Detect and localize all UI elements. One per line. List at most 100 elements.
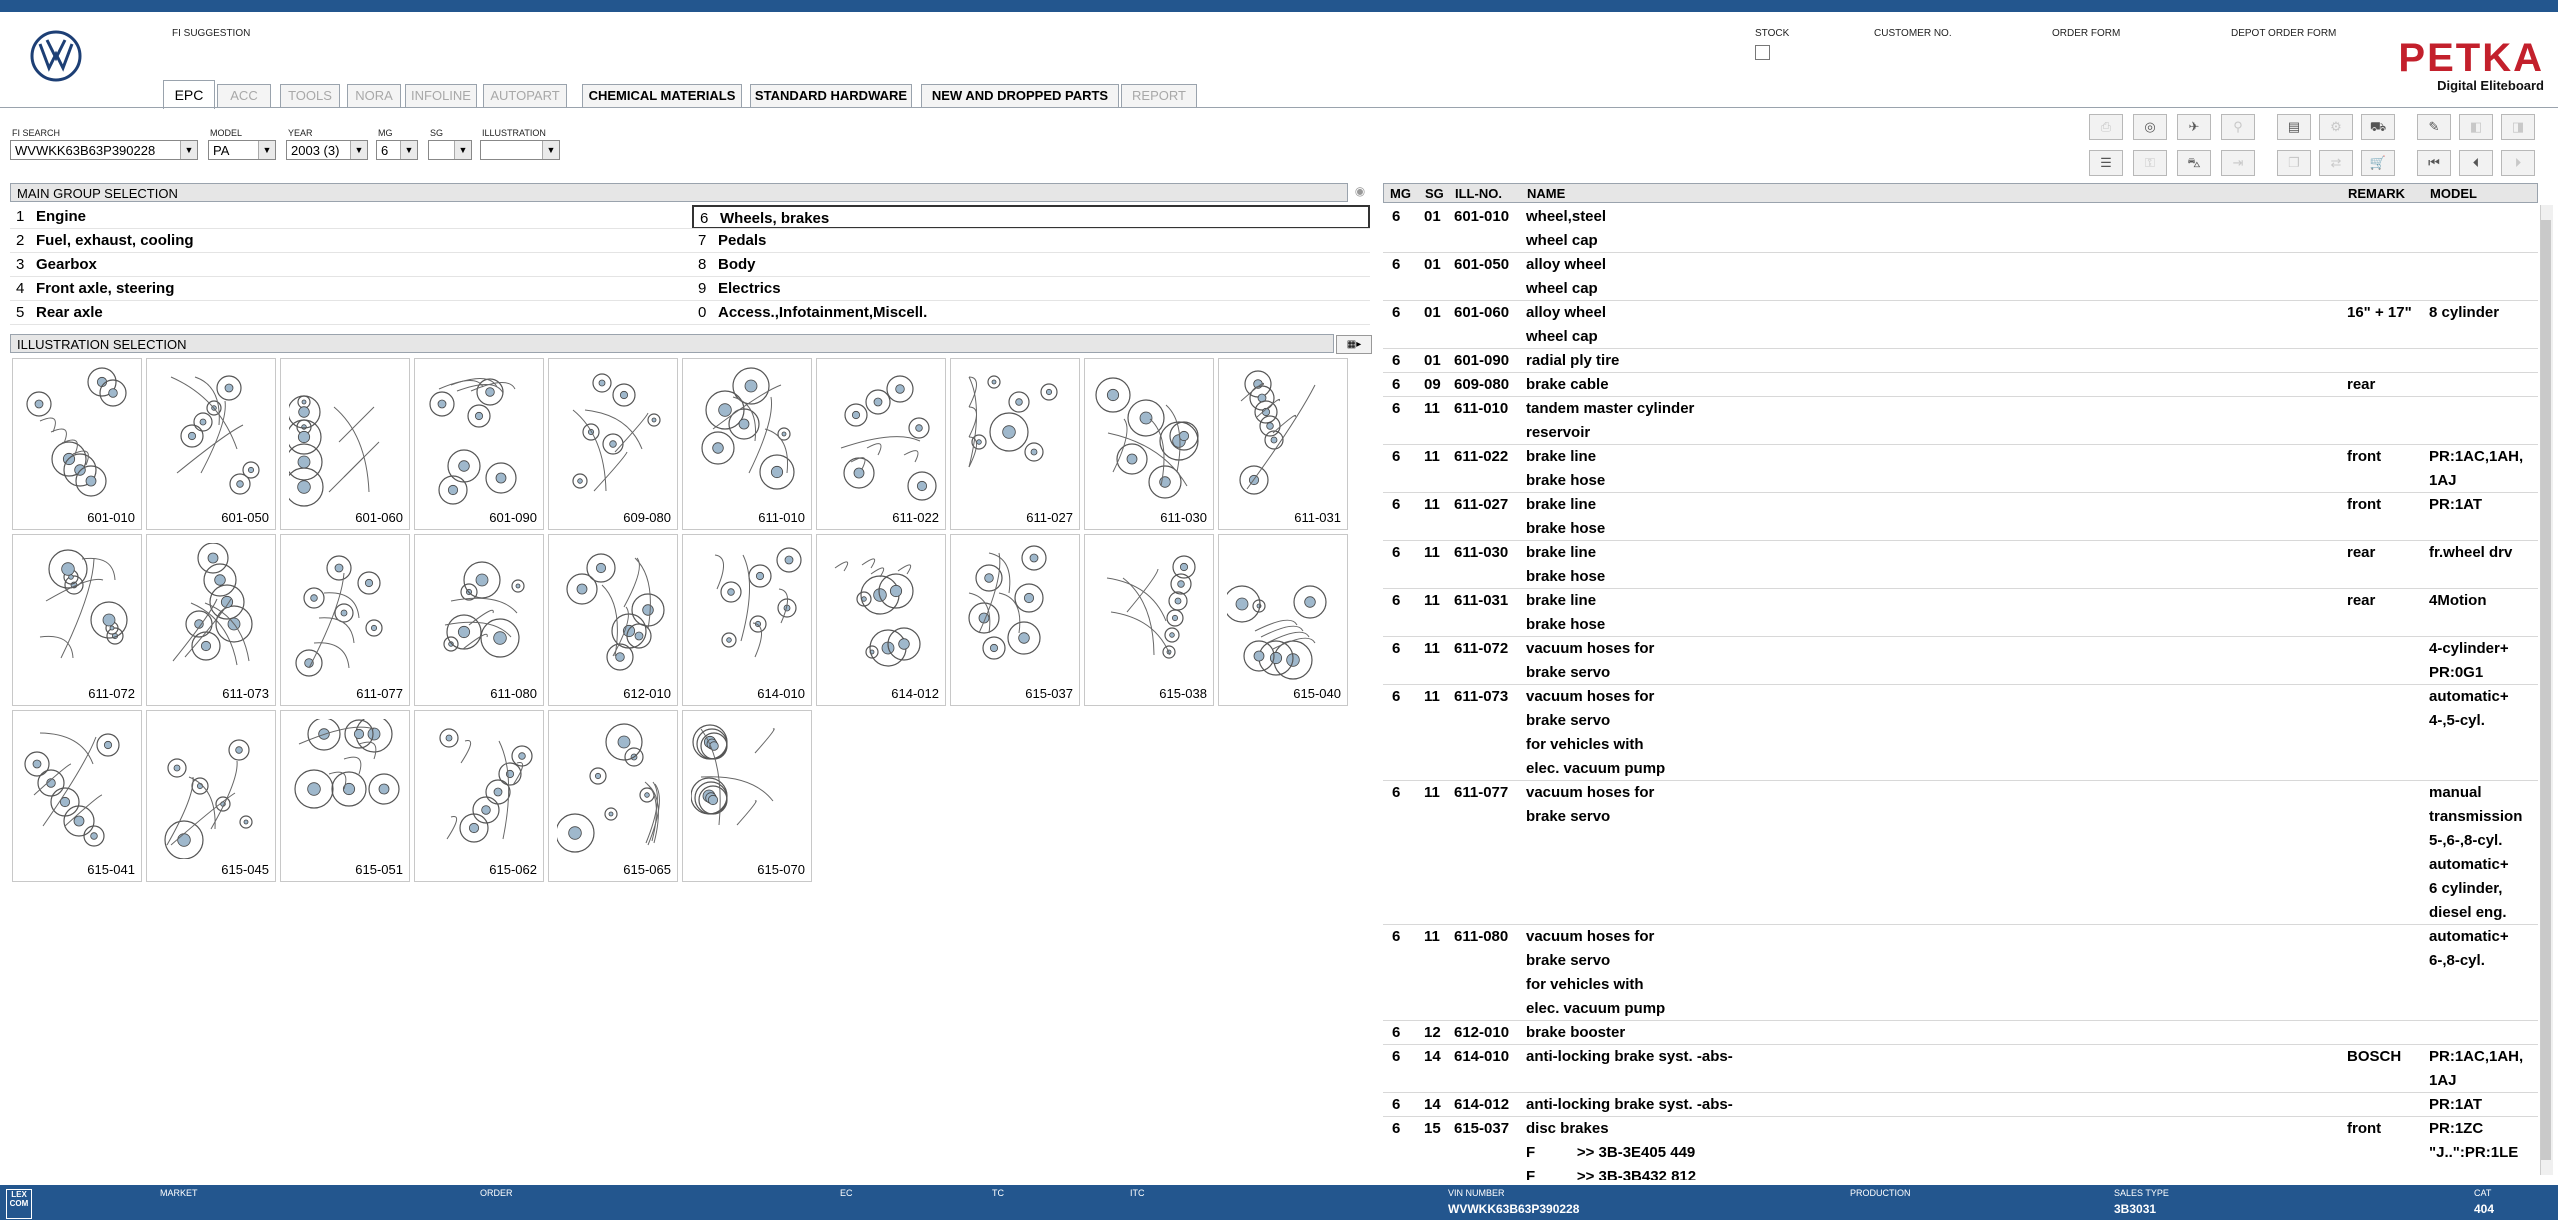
part-name: brake booster — [1526, 1024, 1626, 1041]
parts-table-body: 6 01 601-010 wheel,steel wheel cap 6 01 601-05… — [0, 0, 2540, 1180]
part-ill-no: 615-037 — [1454, 1120, 1510, 1137]
part-name: alloy wheel wheel cap — [1526, 304, 1607, 345]
part-name: wheel,steel wheel cap — [1526, 208, 1607, 249]
part-mg: 6 — [1392, 304, 1401, 321]
part-ill-no: 611-027 — [1454, 496, 1509, 513]
part-name: brake line brake hose — [1526, 448, 1606, 489]
lexcom-logo: LEX COM — [6, 1189, 32, 1219]
part-remark: BOSCH — [2347, 1048, 2402, 1065]
market-label: MARKET — [160, 1188, 198, 1198]
part-name: disc brakes F >> 3B-3E405 449 F >> 3B-3B… — [1526, 1120, 1697, 1180]
part-sg: 15 — [1424, 1120, 1441, 1137]
part-name: vacuum hoses for brake servo — [1526, 640, 1655, 681]
part-mg: 6 — [1392, 448, 1401, 465]
vin-label: VIN NUMBER — [1448, 1188, 1505, 1198]
part-name: anti-locking brake syst. -abs- — [1526, 1048, 1733, 1065]
sales-type-value: 3B3031 — [2114, 1202, 2157, 1216]
part-name: brake cable — [1526, 376, 1609, 393]
part-ill-no: 611-022 — [1454, 448, 1509, 465]
sales-type-label: SALES TYPE — [2114, 1188, 2169, 1198]
part-model: PR:1AT — [2429, 1096, 2483, 1113]
part-mg: 6 — [1392, 256, 1401, 273]
part-ill-no: 609-080 — [1454, 376, 1510, 393]
part-sg: 11 — [1424, 928, 1440, 945]
part-mg: 6 — [1392, 928, 1401, 945]
part-ill-no: 611-031 — [1454, 592, 1509, 609]
part-model: 4Motion — [2429, 592, 2487, 609]
part-model: PR:1AC,1AH, 1AJ — [2429, 448, 2524, 489]
part-mg: 6 — [1392, 208, 1401, 225]
part-ill-no: 611-072 — [1454, 640, 1509, 657]
vin-value: WVWKK63B63P390228 — [1448, 1202, 1580, 1216]
part-sg: 11 — [1424, 400, 1440, 417]
part-ill-no: 611-077 — [1454, 784, 1509, 801]
part-name: brake line brake hose — [1526, 592, 1606, 633]
part-sg: 11 — [1424, 496, 1440, 513]
part-mg: 6 — [1392, 688, 1401, 705]
part-ill-no: 601-060 — [1454, 304, 1510, 321]
part-model: PR:1AT — [2429, 496, 2483, 513]
part-mg: 6 — [1392, 496, 1401, 513]
part-ill-no: 601-050 — [1454, 256, 1510, 273]
part-sg: 11 — [1424, 784, 1440, 801]
part-remark: rear — [2347, 592, 2376, 609]
part-sg: 11 — [1424, 448, 1440, 465]
part-remark: rear — [2347, 544, 2376, 561]
part-model: PR:1AC,1AH, 1AJ — [2429, 1048, 2524, 1089]
part-ill-no: 611-080 — [1454, 928, 1509, 945]
part-name: radial ply tire — [1526, 352, 1620, 369]
part-mg: 6 — [1392, 592, 1401, 609]
part-mg: 6 — [1392, 1096, 1401, 1113]
part-sg: 01 — [1424, 352, 1441, 369]
ec-label: EC — [840, 1188, 853, 1198]
part-mg: 6 — [1392, 640, 1401, 657]
part-name: vacuum hoses for brake servo for vehicle… — [1526, 928, 1666, 1017]
part-ill-no: 614-012 — [1454, 1096, 1510, 1113]
part-ill-no: 611-073 — [1454, 688, 1509, 705]
part-mg: 6 — [1392, 400, 1401, 417]
part-mg: 6 — [1392, 1048, 1401, 1065]
part-mg: 6 — [1392, 376, 1401, 393]
order-label: ORDER — [480, 1188, 513, 1198]
tc-label: TC — [992, 1188, 1004, 1198]
part-sg: 01 — [1424, 208, 1441, 225]
part-remark: front — [2347, 448, 2382, 465]
part-ill-no: 611-030 — [1454, 544, 1509, 561]
status-footer: LEX COM MARKET ORDER EC TC ITC VIN NUMBE… — [0, 1185, 2558, 1220]
part-name: brake line brake hose — [1526, 496, 1606, 537]
part-ill-no: 611-010 — [1454, 400, 1509, 417]
part-sg: 01 — [1424, 256, 1441, 273]
part-remark: 16" + 17" — [2347, 304, 2412, 321]
part-sg: 14 — [1424, 1096, 1441, 1113]
part-remark: rear — [2347, 376, 2376, 393]
part-remark: front — [2347, 496, 2382, 513]
production-label: PRODUCTION — [1850, 1188, 1911, 1198]
cat-label: CAT — [2474, 1188, 2492, 1198]
part-model: automatic+ 4-,5-cyl. — [2429, 688, 2509, 729]
part-model: 4-cylinder+ PR:0G1 — [2429, 640, 2509, 681]
part-name: vacuum hoses for brake servo — [1526, 784, 1655, 825]
parts-scrollbar-thumb[interactable] — [2541, 220, 2551, 1160]
part-sg: 14 — [1424, 1048, 1441, 1065]
part-ill-no: 601-010 — [1454, 208, 1510, 225]
itc-label: ITC — [1130, 1188, 1145, 1198]
part-mg: 6 — [1392, 784, 1401, 801]
part-model: manual transmission 5-,6-,8-cyl. automat… — [2429, 784, 2523, 921]
part-mg: 6 — [1392, 1024, 1401, 1041]
part-sg: 09 — [1424, 376, 1441, 393]
part-model: PR:1ZC "J..":PR:1LE — [2429, 1120, 2519, 1161]
part-ill-no: 612-010 — [1454, 1024, 1510, 1041]
part-mg: 6 — [1392, 352, 1401, 369]
part-sg: 12 — [1424, 1024, 1441, 1041]
part-ill-no: 614-010 — [1454, 1048, 1510, 1065]
part-remark: front — [2347, 1120, 2382, 1137]
part-name: anti-locking brake syst. -abs- — [1526, 1096, 1733, 1113]
part-sg: 01 — [1424, 304, 1441, 321]
part-sg: 11 — [1424, 688, 1440, 705]
part-name: vacuum hoses for brake servo for vehicle… — [1526, 688, 1666, 777]
part-mg: 6 — [1392, 544, 1401, 561]
part-name: alloy wheel wheel cap — [1526, 256, 1607, 297]
part-name: tandem master cylinder reservoir — [1526, 400, 1695, 441]
part-sg: 11 — [1424, 592, 1440, 609]
part-model: fr.wheel drv — [2429, 544, 2513, 561]
